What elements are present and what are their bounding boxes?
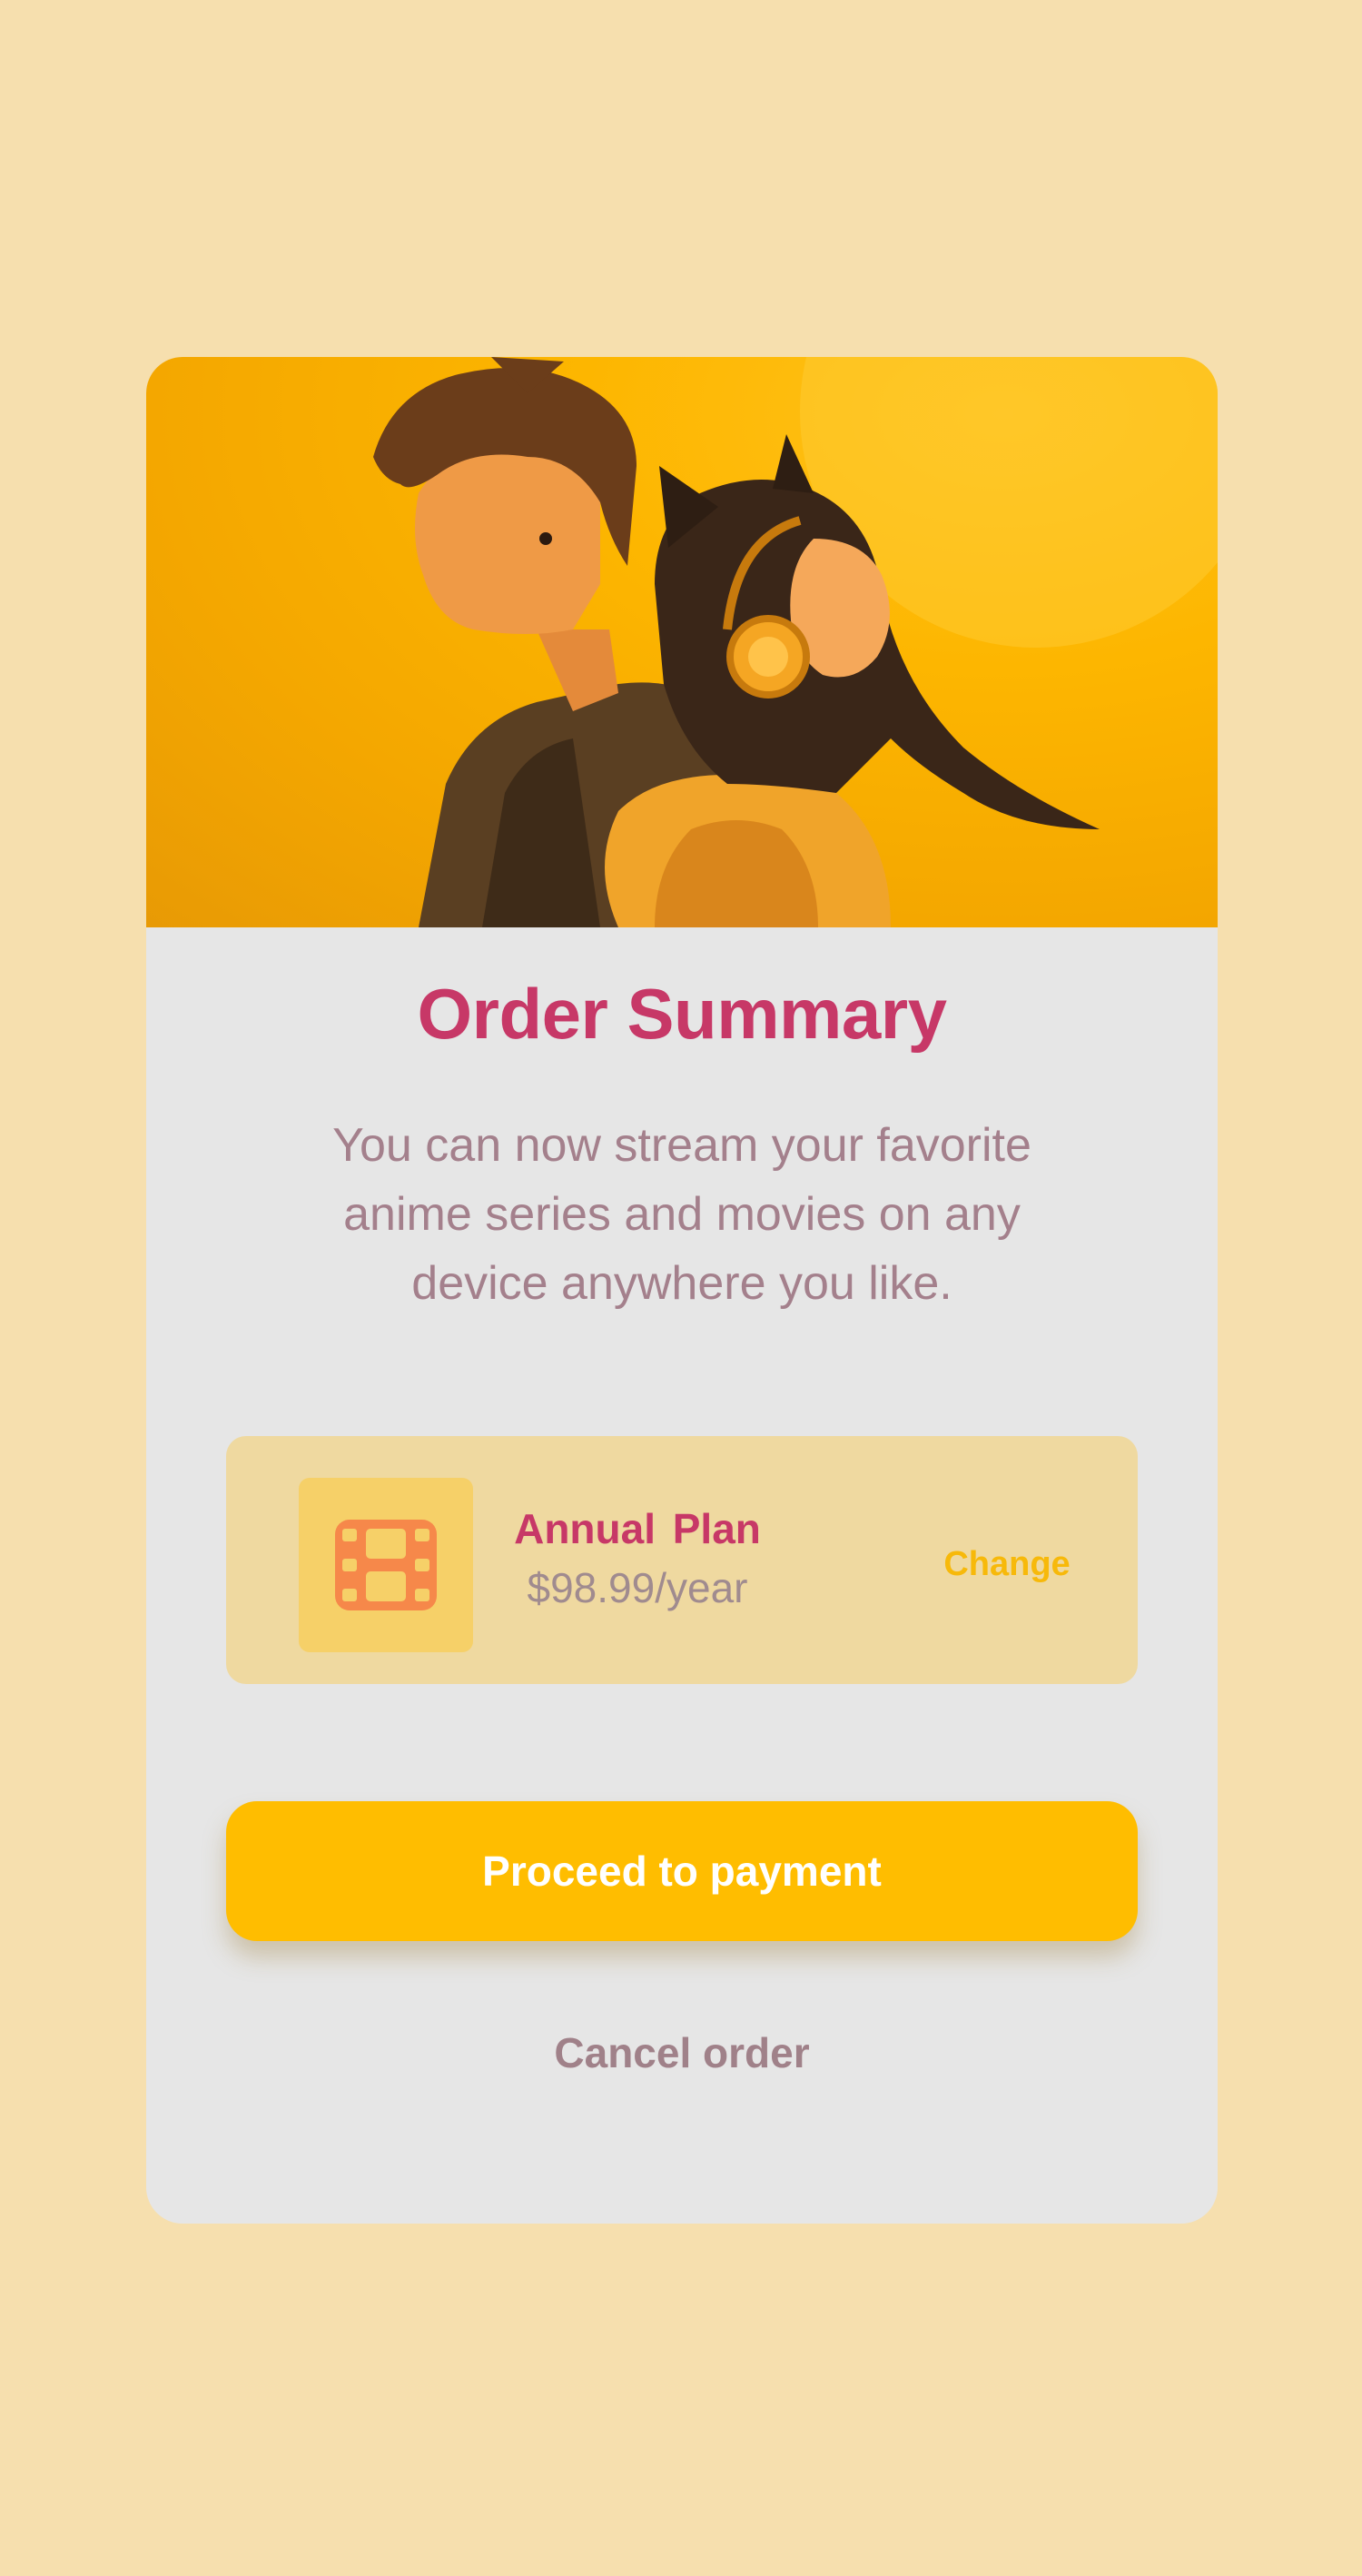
anime-couple-image	[373, 357, 1218, 927]
cancel-order-link[interactable]: Cancel order	[410, 2028, 954, 2077]
plan-price: $98.99/year	[527, 1564, 748, 1611]
order-description: You can now stream your favorite anime s…	[332, 1119, 1031, 1310]
plan-summary: Annual Plan $98.99/year Change	[226, 1436, 1138, 1684]
order-summary-card: Order Summary You can now stream your fa…	[146, 357, 1218, 2224]
page-title: Order Summary	[417, 974, 947, 1054]
plan-name: Annual Plan	[514, 1505, 761, 1552]
hero-illustration	[146, 357, 1218, 927]
change-plan-link[interactable]: Change	[916, 1545, 1098, 1584]
plan-icon-tile	[299, 1478, 473, 1652]
film-icon	[335, 1520, 437, 1610]
proceed-to-payment-button[interactable]: Proceed to payment	[226, 1801, 1138, 1941]
